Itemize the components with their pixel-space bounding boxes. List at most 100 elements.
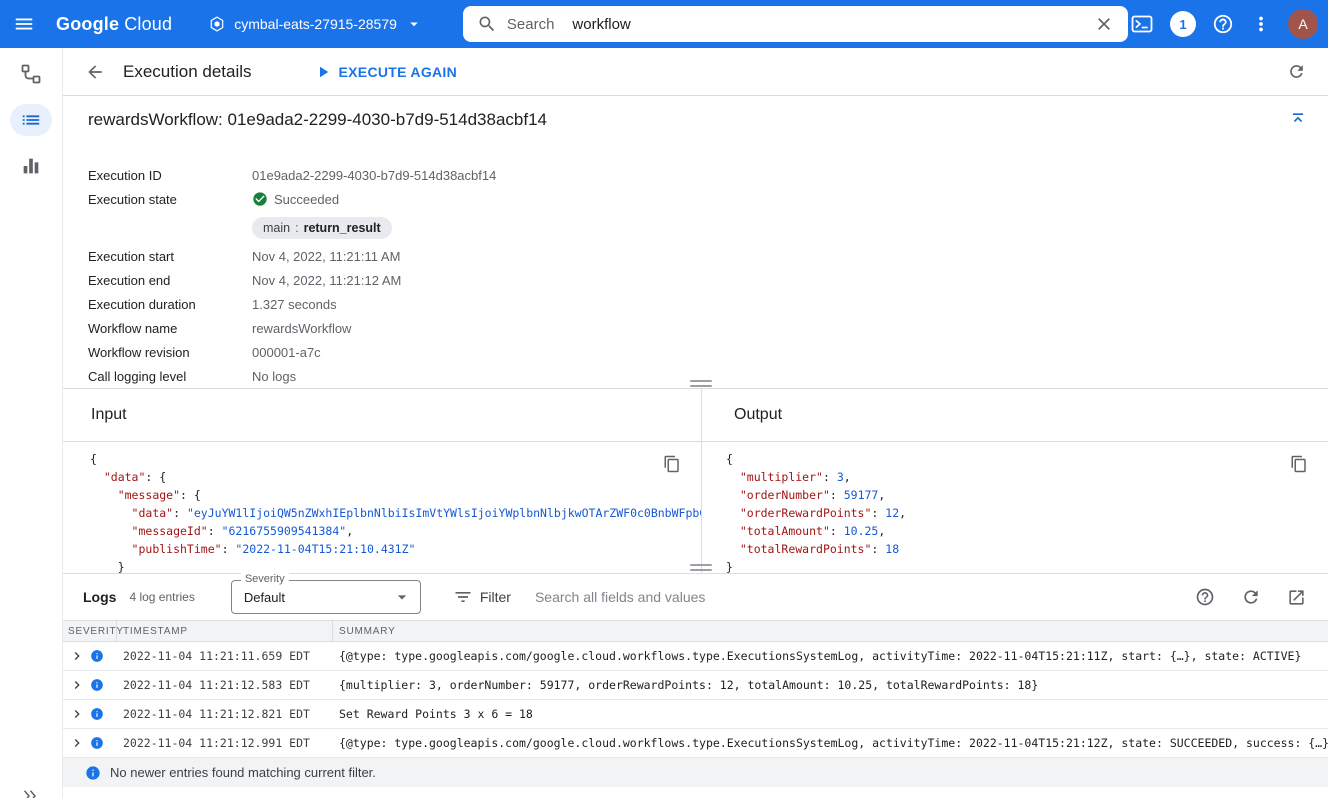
logs-refresh-icon[interactable] <box>1241 587 1261 607</box>
open-in-new-icon[interactable] <box>1287 588 1306 607</box>
output-panel: Output { "multiplier": 3, "orderNumber":… <box>702 389 1328 573</box>
back-button[interactable] <box>77 54 113 90</box>
log-row-1[interactable]: 2022-11-04 11:21:11.659 EDT {@type: type… <box>63 642 1328 671</box>
notifications-badge[interactable]: 1 <box>1170 11 1196 37</box>
detail-row-execution-state: Execution state Succeeded <box>88 187 1328 211</box>
column-timestamp: TIMESTAMP <box>117 621 333 641</box>
filter-button[interactable]: Filter <box>453 587 511 607</box>
filter-icon <box>453 587 473 607</box>
cloud-shell-icon[interactable] <box>1130 12 1154 36</box>
log-timestamp: 2022-11-04 11:21:12.821 EDT <box>117 707 333 721</box>
expand-row-icon[interactable] <box>69 677 85 693</box>
logs-section: Logs 4 log entries Severity Default Fil <box>63 574 1328 787</box>
refresh-icon[interactable] <box>1278 54 1314 90</box>
state-text: Succeeded <box>274 192 339 207</box>
detail-row-workflow-revision: Workflow revision 000001-a7c <box>88 340 1328 364</box>
project-name: cymbal-eats-27915-28579 <box>234 16 397 32</box>
execution-title: rewardsWorkflow: 01e9ada2-2299-4030-b7d9… <box>88 110 547 130</box>
sidebar <box>0 48 63 798</box>
logs-toolbar: Logs 4 log entries Severity Default Fil <box>63 574 1328 620</box>
page-title: Execution details <box>123 62 252 82</box>
execution-state-value: Succeeded <box>252 191 339 207</box>
logs-search-input[interactable] <box>535 589 1183 605</box>
info-severity-icon <box>90 649 104 663</box>
column-summary: SUMMARY <box>333 626 1328 637</box>
log-row-3[interactable]: 2022-11-04 11:21:12.821 EDT Set Reward P… <box>63 700 1328 729</box>
search-query-text: workflow <box>572 16 630 33</box>
resize-handle-bottom[interactable] <box>690 564 712 571</box>
input-panel: Input { "data": { "message": { "data": "… <box>63 389 701 573</box>
help-icon[interactable] <box>1212 13 1234 35</box>
metrics-icon <box>20 155 42 177</box>
execution-heading-row: rewardsWorkflow: 01e9ada2-2299-4030-b7d9… <box>63 96 1328 143</box>
expand-row-icon[interactable] <box>69 648 85 664</box>
severity-label: Severity <box>241 573 289 585</box>
top-bar-actions: 1 A <box>1130 9 1318 39</box>
project-selector[interactable]: cymbal-eats-27915-28579 <box>208 15 423 33</box>
logs-help-icon[interactable] <box>1195 587 1215 607</box>
google-cloud-logo[interactable]: Google Cloud <box>56 14 172 35</box>
log-row-2[interactable]: 2022-11-04 11:21:12.583 EDT {multiplier:… <box>63 671 1328 700</box>
copy-input-icon[interactable] <box>659 451 685 477</box>
chip-step-name: return_result <box>304 221 381 235</box>
global-search-input[interactable]: Search workflow <box>463 6 1128 42</box>
log-row-4[interactable]: 2022-11-04 11:21:12.991 EDT {@type: type… <box>63 729 1328 758</box>
collapse-all-icon[interactable] <box>1282 104 1314 136</box>
clear-search-button[interactable] <box>1094 14 1114 34</box>
play-icon <box>314 63 332 81</box>
detail-row-execution-end: Execution end Nov 4, 2022, 11:21:12 AM <box>88 268 1328 292</box>
detail-label: Execution start <box>88 249 252 264</box>
filter-label: Filter <box>480 589 511 605</box>
expand-panel-icon[interactable] <box>20 787 38 798</box>
log-timestamp: 2022-11-04 11:21:12.583 EDT <box>117 678 333 692</box>
logs-count: 4 log entries <box>129 590 194 604</box>
column-severity: SEVERITY <box>63 621 117 641</box>
expand-row-icon[interactable] <box>69 706 85 722</box>
project-caret-icon <box>405 15 423 33</box>
execute-again-button[interactable]: EXECUTE AGAIN <box>314 63 458 81</box>
detail-value: 01e9ada2-2299-4030-b7d9-514d38acbf14 <box>252 168 496 183</box>
workflows-icon <box>19 62 43 86</box>
detail-row-workflow-name: Workflow name rewardsWorkflow <box>88 316 1328 340</box>
detail-label: Call logging level <box>88 369 252 384</box>
output-code-area: { "multiplier": 3, "orderNumber": 59177,… <box>702 442 1328 573</box>
log-summary: {@type: type.googleapis.com/google.cloud… <box>333 649 1328 663</box>
detail-value: No logs <box>252 369 296 384</box>
search-label: Search <box>507 16 555 33</box>
detail-label: Execution duration <box>88 297 252 312</box>
severity-value: Default <box>244 590 285 605</box>
execution-details: Execution ID 01e9ada2-2299-4030-b7d9-514… <box>63 143 1328 388</box>
success-check-icon <box>252 191 268 207</box>
detail-value: 000001-a7c <box>252 345 321 360</box>
log-summary: {@type: type.googleapis.com/google.cloud… <box>333 736 1328 750</box>
menu-icon[interactable] <box>0 0 48 48</box>
severity-select[interactable]: Severity Default <box>231 580 421 614</box>
log-summary: Set Reward Points 3 x 6 = 18 <box>333 707 1328 721</box>
sidebar-item-executions[interactable] <box>10 104 52 136</box>
no-newer-entries-banner: No newer entries found matching current … <box>63 758 1328 787</box>
page-header: Execution details EXECUTE AGAIN <box>63 48 1328 96</box>
current-step-chip: main : return_result <box>252 217 392 239</box>
logo-cloud-text: Cloud <box>124 14 172 35</box>
detail-value: rewardsWorkflow <box>252 321 351 336</box>
log-timestamp: 2022-11-04 11:21:11.659 EDT <box>117 649 333 663</box>
copy-output-icon[interactable] <box>1286 451 1312 477</box>
avatar[interactable]: A <box>1288 9 1318 39</box>
info-severity-icon <box>90 707 104 721</box>
chip-separator: : <box>295 221 298 235</box>
avatar-letter: A <box>1298 16 1307 32</box>
resize-handle-top[interactable] <box>690 380 712 387</box>
executions-list-icon <box>20 109 42 131</box>
expand-row-icon[interactable] <box>69 735 85 751</box>
detail-label: Execution end <box>88 273 252 288</box>
info-icon <box>85 765 101 781</box>
detail-row-execution-id: Execution ID 01e9ada2-2299-4030-b7d9-514… <box>88 163 1328 187</box>
input-output-section: Input { "data": { "message": { "data": "… <box>63 388 1328 574</box>
more-options-icon[interactable] <box>1250 13 1272 35</box>
sidebar-item-metrics[interactable] <box>10 150 52 182</box>
output-panel-title: Output <box>702 389 1328 442</box>
detail-value: 1.327 seconds <box>252 297 337 312</box>
logo-google-text: Google <box>56 14 119 35</box>
sidebar-item-workflows[interactable] <box>10 58 52 90</box>
detail-label: Workflow name <box>88 321 252 336</box>
